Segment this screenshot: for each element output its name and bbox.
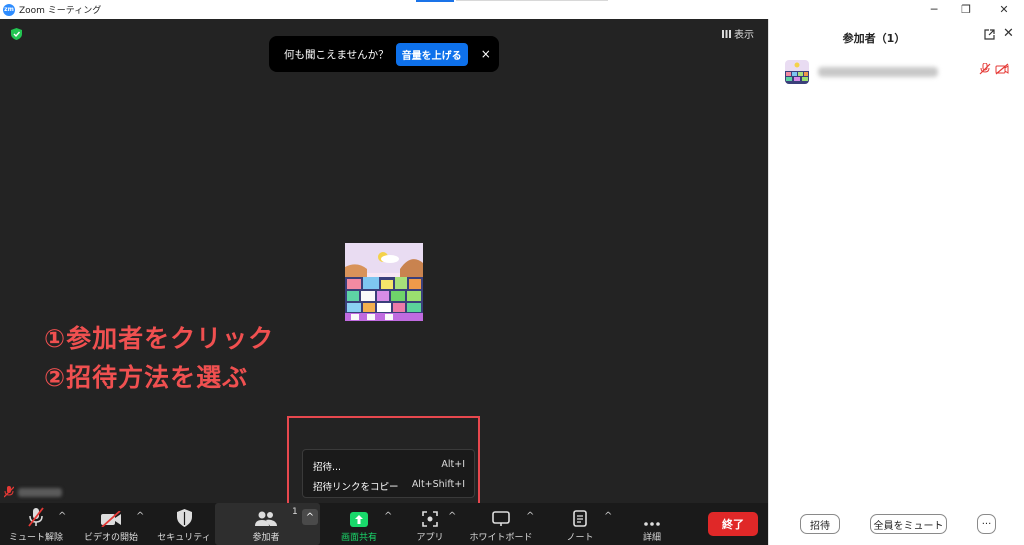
shield-icon	[176, 509, 192, 527]
share-options-caret[interactable]: ^	[384, 511, 392, 522]
close-window-button[interactable]: ✕	[996, 2, 1012, 16]
panel-close-icon[interactable]: ✕	[1003, 26, 1014, 41]
encryption-shield-icon[interactable]	[11, 28, 22, 40]
title-bar: zm Zoom ミーティング ─ ❐ ✕	[0, 0, 1024, 19]
whiteboard-icon	[492, 511, 510, 526]
start-video-button[interactable]: ビデオの開始	[82, 503, 140, 545]
unmute-label: ミュート解除	[9, 533, 64, 543]
participant-row-avatar	[785, 60, 809, 84]
minimize-button[interactable]: ─	[926, 2, 942, 16]
participant-status-icons	[979, 63, 1009, 75]
participants-options-caret[interactable]: ^	[302, 509, 318, 525]
share-screen-label: 画面共有	[340, 533, 377, 543]
notes-options-caret[interactable]: ^	[604, 511, 612, 522]
panel-title: 参加者（1）	[842, 32, 906, 45]
more-label: 詳細	[642, 533, 661, 543]
notes-icon	[573, 510, 587, 527]
unmute-button[interactable]: ミュート解除	[9, 503, 64, 545]
video-options-caret[interactable]: ^	[136, 511, 144, 522]
invite-button[interactable]: 招待	[800, 514, 840, 534]
participant-avatar	[345, 243, 423, 321]
more-dots-icon	[644, 522, 660, 526]
view-label: 表示	[734, 30, 754, 41]
menu-item-invite[interactable]: 招待... Alt+I	[313, 459, 465, 473]
invite-popup-menu: 招待... Alt+I 招待リンクをコピー Alt+Shift+I	[302, 449, 475, 498]
apps-button[interactable]: アプリ	[404, 503, 456, 545]
participants-count: 1	[292, 507, 298, 517]
title-indicator	[416, 0, 454, 2]
participants-button[interactable]: 1 参加者	[240, 503, 297, 545]
menu-item-copy-invite-link[interactable]: 招待リンクをコピー Alt+Shift+I	[313, 479, 465, 493]
security-button[interactable]: セキュリティ	[157, 503, 211, 545]
muted-mic-icon	[4, 486, 14, 498]
panel-more-button[interactable]: ···	[977, 514, 996, 534]
apps-icon	[422, 511, 438, 527]
menu-item-invite-shortcut: Alt+I	[441, 459, 465, 470]
mic-muted-icon	[28, 507, 44, 527]
annotation-step-2: ②招待方法を選ぶ	[44, 363, 249, 392]
self-name-blurred	[18, 487, 62, 497]
self-name-tag	[4, 486, 62, 498]
toast-close-icon[interactable]: ×	[481, 47, 491, 61]
menu-item-copy-link-label: 招待リンクをコピー	[313, 482, 399, 493]
participant-video-off-icon	[995, 63, 1009, 75]
view-button[interactable]: 表示	[722, 26, 754, 41]
annotation-step-1: ①参加者をクリック	[44, 324, 275, 353]
title-indicator-track	[456, 0, 608, 1]
grid-view-icon	[722, 29, 731, 38]
more-button[interactable]: 詳細	[626, 503, 678, 545]
participants-panel: 参加者（1） ✕ 招待 全員をミュート ···	[768, 19, 1024, 545]
share-screen-button[interactable]: 画面共有	[333, 503, 385, 545]
zoom-logo-icon: zm	[3, 3, 15, 16]
whiteboard-options-caret[interactable]: ^	[526, 511, 534, 522]
raise-volume-button[interactable]: 音量を上げる	[395, 42, 468, 66]
participants-label: 参加者	[252, 533, 280, 543]
apps-options-caret[interactable]: ^	[448, 511, 456, 522]
share-screen-icon	[350, 512, 368, 527]
security-label: セキュリティ	[157, 533, 211, 543]
participant-mic-muted-icon	[979, 63, 991, 75]
start-video-label: ビデオの開始	[83, 533, 138, 543]
menu-item-invite-label: 招待...	[313, 462, 342, 473]
mute-all-button[interactable]: 全員をミュート	[870, 514, 947, 534]
audio-options-caret[interactable]: ^	[58, 511, 66, 522]
participant-row[interactable]	[785, 60, 938, 84]
audio-toast: 何も聞こえませんか？ 音量を上げる ×	[269, 36, 499, 72]
apps-label: アプリ	[416, 533, 444, 543]
whiteboard-button[interactable]: ホワイトボード	[468, 503, 534, 545]
meeting-toolbar: ミュート解除 ^ ビデオの開始 ^ セキュリティ 1 参加者 ^ 画面共有 ^ …	[0, 503, 768, 545]
restore-button[interactable]: ❐	[958, 2, 974, 16]
participants-icon	[255, 511, 277, 526]
whiteboard-label: ホワイトボード	[469, 533, 533, 543]
toast-message: 何も聞こえませんか？	[284, 48, 389, 61]
menu-item-copy-link-shortcut: Alt+Shift+I	[411, 479, 465, 490]
end-meeting-button[interactable]: 終了	[708, 512, 758, 536]
video-off-icon	[101, 511, 121, 527]
pop-out-icon[interactable]	[984, 29, 995, 40]
window-title: Zoom ミーティング	[19, 6, 102, 16]
notes-button[interactable]: ノート	[554, 503, 606, 545]
meeting-video-area: 表示 何も聞こえませんか？ 音量を上げる × ①参加者をクリック ②招待方法を選…	[0, 19, 768, 521]
notes-label: ノート	[566, 533, 594, 543]
participant-name-blurred	[818, 67, 938, 77]
